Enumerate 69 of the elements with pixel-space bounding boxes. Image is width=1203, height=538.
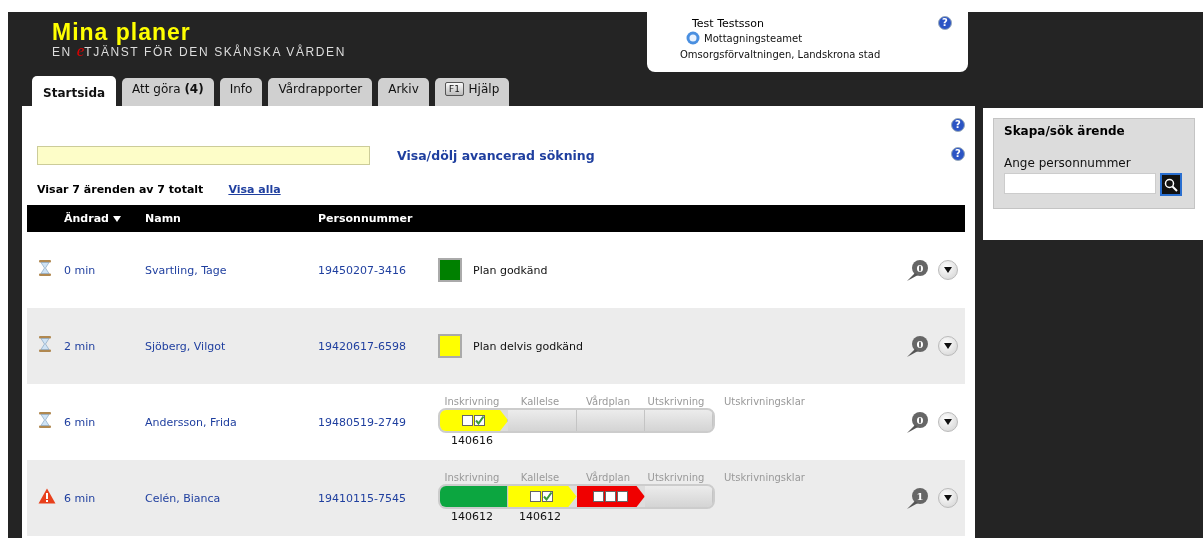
tab[interactable]: Att göra (4) bbox=[122, 78, 214, 106]
show-all-link[interactable]: Visa alla bbox=[228, 182, 281, 196]
changed-time: 6 min bbox=[64, 491, 97, 505]
hourglass-icon bbox=[38, 412, 52, 428]
search-field[interactable] bbox=[37, 146, 370, 165]
stage-date: 140616 bbox=[451, 434, 493, 448]
stage-label: Utskrivningsklar bbox=[723, 472, 806, 483]
personal-number[interactable]: 19450207-3416 bbox=[318, 263, 438, 277]
caret-icon bbox=[944, 343, 952, 349]
personal-number[interactable]: 19420617-6598 bbox=[318, 339, 438, 353]
stage-label: Utskrivningsklar bbox=[723, 396, 806, 407]
tab[interactable]: Arkiv bbox=[378, 78, 429, 106]
row-menu-button[interactable] bbox=[938, 488, 958, 508]
stage-date: 140612 bbox=[519, 510, 561, 524]
stage-label: Utskrivning bbox=[647, 396, 705, 407]
stage-label: Kallelse bbox=[520, 472, 560, 483]
comment-count-button[interactable]: 1 bbox=[906, 486, 928, 510]
row-menu-button[interactable] bbox=[938, 260, 958, 280]
column-header[interactable]: Ändrad bbox=[64, 212, 145, 225]
stage-label: Vårdplan bbox=[585, 396, 631, 407]
row-menu-button[interactable] bbox=[938, 336, 958, 356]
status-label: Plan godkänd bbox=[473, 263, 548, 277]
changed-time: 0 min bbox=[64, 263, 97, 277]
help-button[interactable]: ? bbox=[938, 16, 952, 30]
patient-name[interactable]: Sjöberg, Vilgot bbox=[145, 339, 318, 353]
personal-number[interactable]: 19480519-2749 bbox=[318, 415, 438, 429]
search-button[interactable] bbox=[1160, 173, 1182, 196]
changed-time: 6 min bbox=[64, 415, 97, 429]
status-label: Plan delvis godkänd bbox=[473, 339, 584, 353]
comment-count-button[interactable]: 0 bbox=[906, 334, 928, 358]
changed-time: 2 min bbox=[64, 339, 97, 353]
column-header[interactable]: Namn bbox=[145, 212, 318, 225]
help-button[interactable]: ? bbox=[951, 118, 965, 132]
caret-icon bbox=[944, 495, 952, 501]
panel-title: Skapa/sök ärende bbox=[1004, 124, 1126, 138]
team-icon bbox=[686, 31, 700, 45]
team-name: Mottagningsteamet bbox=[704, 32, 803, 44]
personal-number[interactable]: 19410115-7545 bbox=[318, 491, 438, 505]
tab[interactable]: F1 Hjälp bbox=[434, 78, 510, 106]
stage-date: 140612 bbox=[451, 510, 493, 524]
patient-name[interactable]: Andersson, Frida bbox=[145, 415, 318, 429]
stage-label: Utskrivning bbox=[647, 472, 705, 483]
hourglass-icon bbox=[38, 260, 52, 276]
row-menu-button[interactable] bbox=[938, 412, 958, 432]
stage-label: Inskrivning bbox=[444, 396, 500, 407]
hourglass-icon bbox=[38, 336, 52, 352]
help-button[interactable]: ? bbox=[951, 147, 965, 161]
key-icon: F1 bbox=[444, 82, 464, 96]
stage-label: Kallelse bbox=[520, 396, 560, 407]
advanced-search-link[interactable]: Visa/dölj avancerad sökning bbox=[397, 148, 595, 163]
patient-name[interactable]: Svartling, Tage bbox=[145, 263, 318, 277]
result-count: Visar 7 ärenden av 7 totalt bbox=[37, 182, 204, 196]
field-label: Ange personnummer bbox=[1004, 156, 1132, 170]
comment-count-button[interactable]: 0 bbox=[906, 258, 928, 282]
search-icon bbox=[1164, 177, 1178, 192]
warning-icon bbox=[38, 488, 56, 504]
caret-icon bbox=[944, 267, 952, 273]
caret-icon bbox=[944, 419, 952, 425]
organization-name: Omsorgsförvaltningen, Landskrona stad bbox=[680, 49, 882, 60]
patient-name[interactable]: Celén, Bianca bbox=[145, 491, 318, 505]
user-name: Test Testsson bbox=[692, 17, 764, 30]
tab[interactable]: Startsida bbox=[32, 76, 117, 106]
column-header[interactable]: Personnummer bbox=[318, 212, 438, 225]
stage-label: Inskrivning bbox=[444, 472, 500, 483]
personal-number-field[interactable] bbox=[1004, 173, 1156, 194]
tab[interactable]: Vårdrapporter bbox=[268, 78, 373, 106]
comment-count-button[interactable]: 0 bbox=[906, 410, 928, 434]
stage-label: Vårdplan bbox=[585, 472, 631, 483]
tab[interactable]: Info bbox=[219, 78, 263, 106]
